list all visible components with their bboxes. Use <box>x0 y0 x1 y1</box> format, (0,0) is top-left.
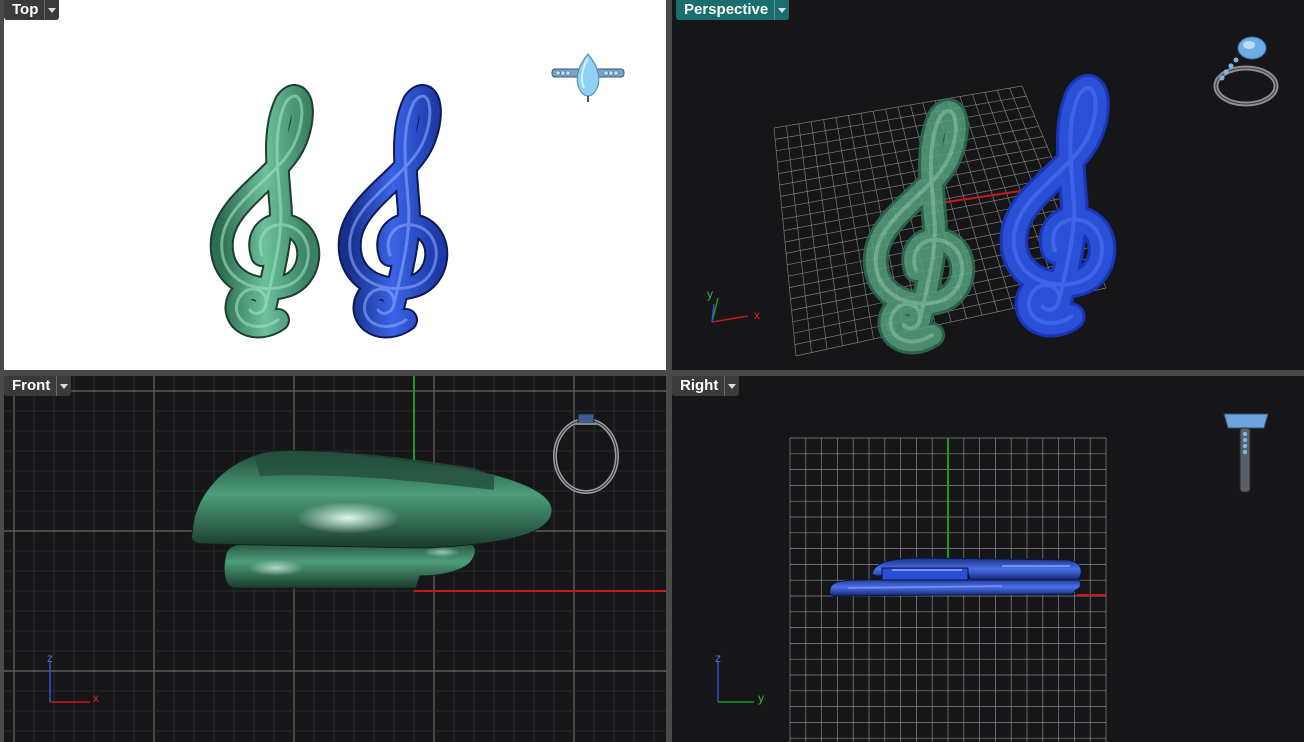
dropdown-arrow-icon[interactable] <box>56 376 71 396</box>
ring-icon <box>551 53 625 102</box>
dropdown-arrow-icon[interactable] <box>44 0 59 20</box>
axis-triad: x z <box>47 651 99 705</box>
axis-label-z: z <box>715 651 721 665</box>
viewport-right[interactable]: y z Right <box>672 376 1304 742</box>
blue-clef-model[interactable] <box>1014 88 1102 323</box>
dropdown-arrow-icon[interactable] <box>774 0 789 20</box>
ring-icon <box>1213 36 1279 107</box>
axis-label-y: y <box>758 691 764 705</box>
tab-front[interactable]: Front <box>4 376 72 396</box>
axis-label-x: x <box>93 691 99 705</box>
blue-clef-model[interactable] <box>350 96 437 326</box>
viewport-perspective[interactable]: x y Perspective <box>672 0 1304 370</box>
viewport-label-top: Top <box>12 1 39 18</box>
blue-clef-model[interactable] <box>829 557 1082 597</box>
ring-icon <box>1223 413 1269 493</box>
viewport-front[interactable]: x z Front <box>4 376 666 742</box>
dropdown-arrow-icon[interactable] <box>724 376 739 396</box>
tab-perspective[interactable]: Perspective <box>676 0 790 20</box>
green-clef-model[interactable] <box>876 111 963 341</box>
axis-label-x: x <box>754 308 760 322</box>
axis-label-y: y <box>707 287 713 301</box>
ring-icon <box>553 413 619 494</box>
axis-triad: x y <box>707 287 760 323</box>
tab-top[interactable]: Top <box>4 0 60 20</box>
viewport-top[interactable]: Top <box>4 0 666 370</box>
axis-triad: y z <box>715 651 764 705</box>
green-clef-model[interactable] <box>222 96 309 326</box>
axis-label-z: z <box>47 651 53 665</box>
tab-right[interactable]: Right <box>672 376 740 396</box>
viewport-label-right: Right <box>680 377 719 394</box>
viewport-label-front: Front <box>12 377 51 394</box>
viewport-label-perspective: Perspective <box>684 1 769 18</box>
